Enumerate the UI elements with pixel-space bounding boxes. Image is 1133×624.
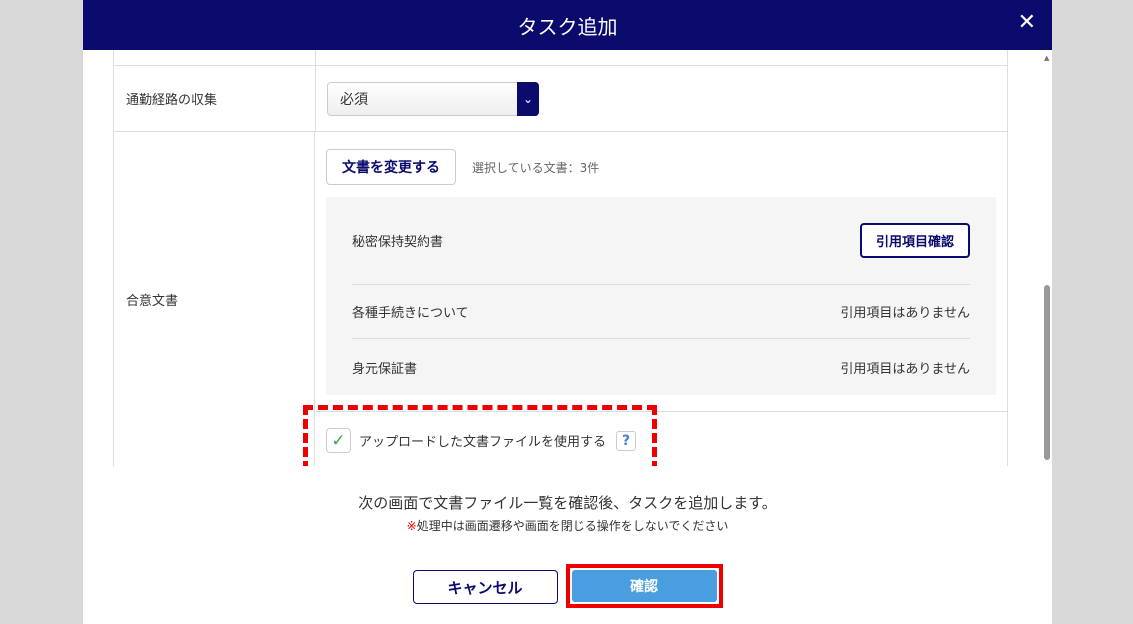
document-status: 引用項目はありません	[840, 306, 970, 321]
scroll-up-icon[interactable]: ▲	[1044, 54, 1049, 62]
dialog-header: タスク追加 ✕	[83, 0, 1052, 50]
list-item: 秘密保持契約書 引用項目確認	[352, 197, 970, 285]
dialog-title: タスク追加	[517, 14, 618, 39]
table-row-commute: 通勤経路の収集 必須 ⌄	[114, 66, 1007, 132]
footer-warning: ※処理中は画面遷移や画面を閉じる操作をしないでください	[83, 517, 1052, 534]
warning-text: 処理中は画面遷移や画面を閉じる操作をしないでください	[416, 519, 729, 533]
highlight-dashed-box	[303, 405, 657, 466]
selected-count: 選択している文書：3件	[472, 160, 600, 175]
document-list: 秘密保持契約書 引用項目確認 各種手続きについて 引用項目はありません 身元保証…	[326, 197, 996, 395]
commute-label: 通勤経路の収集	[114, 66, 316, 131]
select-value: 必須	[340, 92, 368, 108]
list-item: 各種手続きについて 引用項目はありません	[352, 285, 970, 339]
table-row	[114, 50, 1007, 66]
document-status: 引用項目はありません	[840, 361, 970, 377]
commute-select[interactable]: 必須 ⌄	[327, 82, 539, 116]
confirm-button[interactable]: 確認	[571, 570, 717, 602]
document-name: 各種手続きについて	[352, 306, 469, 321]
task-add-dialog: タスク追加 ✕ 通勤経路の収集 必須 ⌄ 合意文書 文書を変更する 選択している…	[83, 0, 1052, 624]
close-icon[interactable]: ✕	[1018, 10, 1036, 35]
document-name: 身元保証書	[352, 361, 418, 377]
dialog-body: 通勤経路の収集 必須 ⌄ 合意文書 文書を変更する 選択している文書：3件 秘密…	[83, 50, 1052, 466]
change-document-button[interactable]: 文書を変更する	[326, 149, 456, 185]
list-item: 身元保証書 引用項目はありません	[352, 339, 970, 395]
use-uploaded-file-option: ✓ アップロードした文書ファイルを使用する ?	[303, 405, 1007, 466]
check-quoted-items-button[interactable]: 引用項目確認	[859, 223, 970, 258]
settings-table: 通勤経路の収集 必須 ⌄ 合意文書 文書を変更する 選択している文書：3件 秘密…	[113, 50, 1008, 466]
document-name: 秘密保持契約書	[352, 235, 444, 250]
table-row-agreement: 合意文書 文書を変更する 選択している文書：3件 秘密保持契約書 引用項目確認 …	[114, 132, 1007, 466]
warning-mark: ※	[406, 519, 417, 533]
scrollbar-thumb[interactable]	[1044, 285, 1050, 460]
agreement-label: 合意文書	[114, 132, 315, 466]
scrollbar[interactable]: ▲	[1042, 50, 1052, 466]
confirm-highlight: 確認	[565, 564, 723, 608]
chevron-down-icon: ⌄	[517, 82, 539, 116]
cancel-button[interactable]: キャンセル	[412, 570, 558, 604]
dialog-footer: 次の画面で文書ファイル一覧を確認後、タスクを追加します。 ※処理中は画面遷移や画…	[83, 466, 1052, 608]
footer-message: 次の画面で文書ファイル一覧を確認後、タスクを追加します。	[358, 494, 777, 512]
